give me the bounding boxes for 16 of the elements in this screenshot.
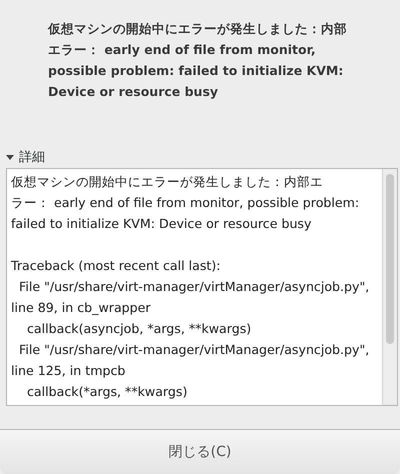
- details-line: line 125, in tmpcb: [11, 362, 126, 380]
- details-line: File "/usr/share/virt-manager/virtManager/asyncjob.py",: [18, 278, 370, 296]
- details-line: callback(asyncjob, *args, **kwargs): [26, 320, 252, 338]
- details-expander[interactable]: 詳細: [5, 149, 45, 165]
- details-line: Traceback (most recent call last):: [11, 257, 220, 275]
- scrollbar-thumb[interactable]: [386, 174, 394, 344]
- details-line: failed to initialize KVM: Device or resource busy: [11, 215, 312, 233]
- details-line: callback(*args, **kwargs): [26, 383, 188, 401]
- details-line: ラー： early end of file from monitor, possible problem:: [11, 194, 360, 212]
- close-button[interactable]: 閉じる(C): [0, 430, 400, 474]
- details-line: File "/usr/share/virt-manager/virtManager/asyncjob.py",: [18, 341, 370, 359]
- error-message: 仮想マシンの開始中にエラーが発生しました：内部エラー： early end of file from monitor, possible problem: failed to initialize KVM: Device or resource busy: [48, 20, 348, 101]
- details-line: 仮想マシンの開始中にエラーが発生しました：内部エ: [11, 173, 323, 191]
- expander-triangle-icon: [5, 152, 15, 162]
- details-line: line 89, in cb_wrapper: [11, 299, 151, 317]
- scrollbar[interactable]: [382, 169, 397, 405]
